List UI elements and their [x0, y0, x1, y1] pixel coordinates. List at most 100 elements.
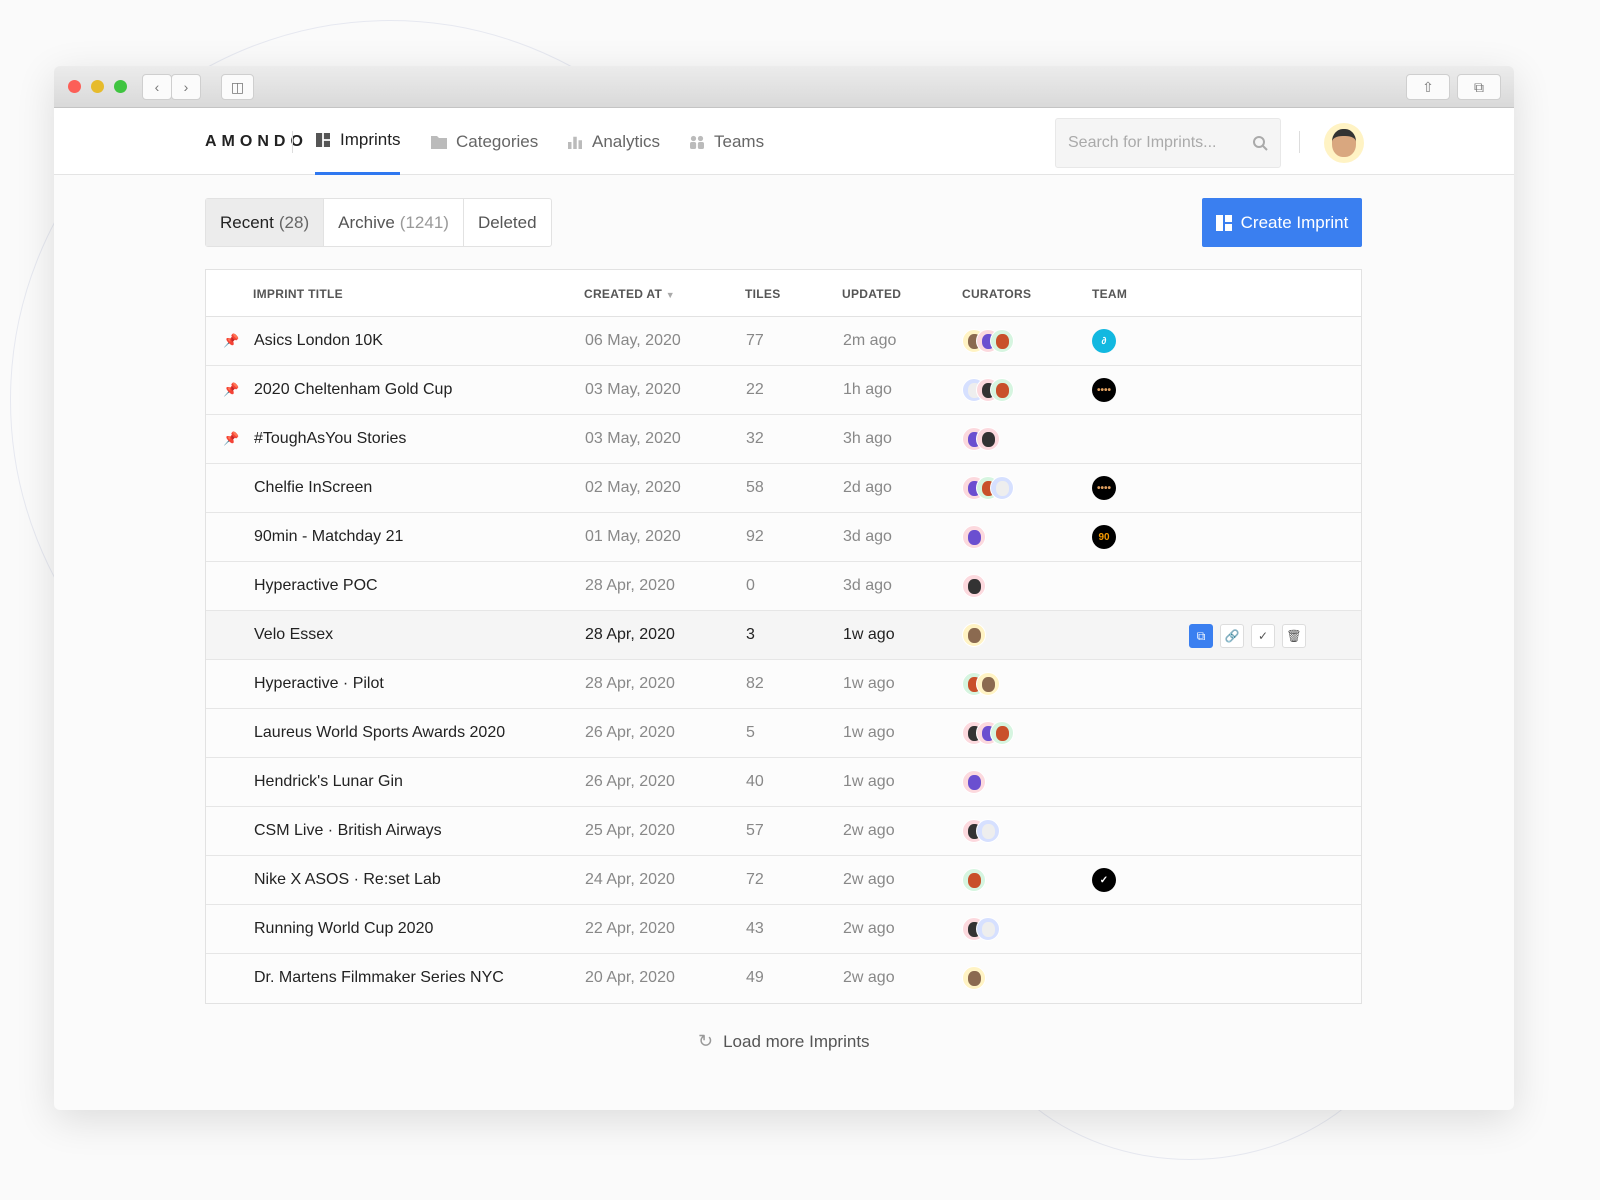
table-row[interactable]: Nike X ASOS · Re:set Lab 24 Apr, 2020 72 2w… — [206, 856, 1361, 905]
updated-time: 2w ago — [843, 871, 895, 888]
curator-avatar-redhead[interactable] — [990, 378, 1014, 402]
imprint-title[interactable]: Asics London 10K — [254, 332, 383, 350]
grid-icon — [316, 133, 330, 147]
create-imprint-button[interactable]: Create Imprint — [1202, 198, 1362, 247]
curator-avatar-memoji[interactable] — [962, 623, 986, 647]
nav-analytics[interactable]: Analytics — [567, 108, 660, 175]
team-logo-dots[interactable]: •••• — [1092, 476, 1116, 500]
nav-teams[interactable]: Teams — [689, 108, 764, 175]
curator-avatar-memoji[interactable] — [976, 672, 1000, 696]
updated-time: 1w ago — [843, 675, 895, 692]
check-icon[interactable]: ✓ — [1251, 624, 1275, 648]
imprint-title[interactable]: Chelfie InScreen — [254, 479, 372, 497]
table-row[interactable]: Velo Essex 28 Apr, 2020 3 1w ago ⧉ 🔗 ✓ 🗑 — [206, 611, 1361, 660]
nav-categories[interactable]: Categories — [431, 108, 538, 175]
created-date: 26 Apr, 2020 — [585, 773, 675, 790]
imprint-title[interactable]: 2020 Cheltenham Gold Cup — [254, 381, 452, 399]
curators — [962, 427, 1000, 451]
tiles-count: 92 — [746, 528, 764, 545]
updated-time: 1w ago — [843, 773, 895, 790]
imprint-title[interactable]: Hyperactive POC — [254, 577, 378, 595]
col-tiles[interactable]: TILES — [745, 287, 781, 301]
close-window-button[interactable] — [68, 80, 81, 93]
bar-chart-icon — [568, 136, 582, 149]
updated-time: 3d ago — [843, 577, 892, 594]
search-input[interactable]: Search for Imprints... — [1055, 118, 1281, 168]
imprint-title[interactable]: Dr. Martens Filmmaker Series NYC — [254, 969, 504, 987]
duplicate-icon[interactable]: ⧉ — [1189, 624, 1213, 648]
curator-avatar-redhead[interactable] — [990, 721, 1014, 745]
user-avatar[interactable] — [1324, 123, 1364, 163]
imprint-title[interactable]: #ToughAsYou Stories — [254, 430, 406, 448]
browser-window: ‹ › ◫ ⇧ ⧉ AMONDO Imprints Categories Ana… — [54, 66, 1514, 1110]
curator-avatar-skull[interactable] — [976, 819, 1000, 843]
curator-avatar-skull[interactable] — [976, 917, 1000, 941]
load-more-button[interactable]: ↻ Load more Imprints — [698, 1031, 870, 1052]
imprint-title[interactable]: 90min - Matchday 21 — [254, 528, 403, 546]
imprint-title[interactable]: Velo Essex — [254, 626, 333, 644]
trash-icon[interactable]: 🗑 — [1282, 624, 1306, 648]
table-row[interactable]: 📌 Asics London 10K 06 May, 2020 77 2m ago ∂ — [206, 317, 1361, 366]
link-icon[interactable]: 🔗 — [1220, 624, 1244, 648]
tab-archive[interactable]: Archive (1241) — [324, 199, 464, 246]
imprint-title[interactable]: Running World Cup 2020 — [254, 920, 433, 938]
tiles-count: 58 — [746, 479, 764, 496]
minimize-window-button[interactable] — [91, 80, 104, 93]
imprint-title[interactable]: Nike X ASOS · Re:set Lab — [254, 871, 441, 889]
imprint-title[interactable]: Laureus World Sports Awards 2020 — [254, 724, 505, 742]
curators — [962, 623, 986, 647]
table-row[interactable]: Hyperactive · Pilot 28 Apr, 2020 82 1w ago — [206, 660, 1361, 709]
tab-recent[interactable]: Recent (28) — [206, 199, 325, 246]
imprints-table: IMPRINT TITLE CREATED AT ▼ TILES UPDATED… — [205, 269, 1362, 1004]
pin-icon[interactable]: 📌 — [223, 333, 239, 349]
tab-deleted[interactable]: Deleted — [464, 199, 551, 246]
col-created[interactable]: CREATED AT ▼ — [584, 287, 675, 301]
team-logo-asics[interactable]: ∂ — [1092, 329, 1116, 353]
team-logo-dots[interactable]: •••• — [1092, 378, 1116, 402]
created-date: 28 Apr, 2020 — [585, 577, 675, 594]
maximize-window-button[interactable] — [114, 80, 127, 93]
search-icon[interactable] — [1252, 135, 1268, 151]
curator-avatar-panda[interactable] — [976, 427, 1000, 451]
curator-avatar-skull[interactable] — [990, 476, 1014, 500]
col-title[interactable]: IMPRINT TITLE — [253, 287, 343, 301]
curator-avatar-redhead[interactable] — [990, 329, 1014, 353]
curator-avatar-devil[interactable] — [962, 770, 986, 794]
back-button[interactable]: ‹ — [142, 74, 172, 100]
table-row[interactable]: Dr. Martens Filmmaker Series NYC 20 Apr, … — [206, 954, 1361, 1003]
tabs-overview-icon[interactable]: ⧉ — [1457, 74, 1501, 100]
team-logo-nike[interactable]: ✓ — [1092, 868, 1116, 892]
top-navigation: AMONDO Imprints Categories Analytics Tea… — [54, 108, 1514, 175]
pin-icon[interactable]: 📌 — [223, 431, 239, 447]
imprint-title[interactable]: CSM Live · British Airways — [254, 822, 442, 840]
col-label: CREATED AT — [584, 287, 663, 301]
share-icon[interactable]: ⇧ — [1406, 74, 1450, 100]
created-date: 06 May, 2020 — [585, 332, 681, 349]
table-row[interactable]: 📌 #ToughAsYou Stories 03 May, 2020 32 3h ago — [206, 415, 1361, 464]
table-row[interactable]: 📌 2020 Cheltenham Gold Cup 03 May, 2020 22 1… — [206, 366, 1361, 415]
sidebar-toggle-icon[interactable]: ◫ — [221, 74, 254, 100]
col-updated[interactable]: UPDATED — [842, 287, 901, 301]
table-row[interactable]: 90min - Matchday 21 01 May, 2020 92 3d ago 9… — [206, 513, 1361, 562]
team-logo-90min[interactable]: 90 — [1092, 525, 1116, 549]
table-row[interactable]: Running World Cup 2020 22 Apr, 2020 43 2w a… — [206, 905, 1361, 954]
table-row[interactable]: CSM Live · British Airways 25 Apr, 2020 57… — [206, 807, 1361, 856]
created-date: 01 May, 2020 — [585, 528, 681, 545]
nav-imprints[interactable]: Imprints — [315, 108, 401, 175]
curator-avatar-panda[interactable] — [962, 574, 986, 598]
load-more-label: Load more Imprints — [723, 1031, 870, 1051]
curator-avatar-devil[interactable] — [962, 525, 986, 549]
tiles-count: 22 — [746, 381, 764, 398]
curator-avatar-redhead[interactable] — [962, 868, 986, 892]
table-row[interactable]: Hyperactive POC 28 Apr, 2020 0 3d ago — [206, 562, 1361, 611]
imprint-title[interactable]: Hyperactive · Pilot — [254, 675, 384, 693]
forward-button[interactable]: › — [171, 74, 201, 100]
table-row[interactable]: Hendrick's Lunar Gin 26 Apr, 2020 40 1w ago — [206, 758, 1361, 807]
pin-icon[interactable]: 📌 — [223, 382, 239, 398]
tiles-count: 72 — [746, 871, 764, 888]
imprint-title[interactable]: Hendrick's Lunar Gin — [254, 773, 403, 791]
curator-avatar-memoji[interactable] — [962, 966, 986, 990]
divider — [1299, 131, 1300, 153]
table-row[interactable]: Laureus World Sports Awards 2020 26 Apr, … — [206, 709, 1361, 758]
table-row[interactable]: Chelfie InScreen 02 May, 2020 58 2d ago •••• — [206, 464, 1361, 513]
